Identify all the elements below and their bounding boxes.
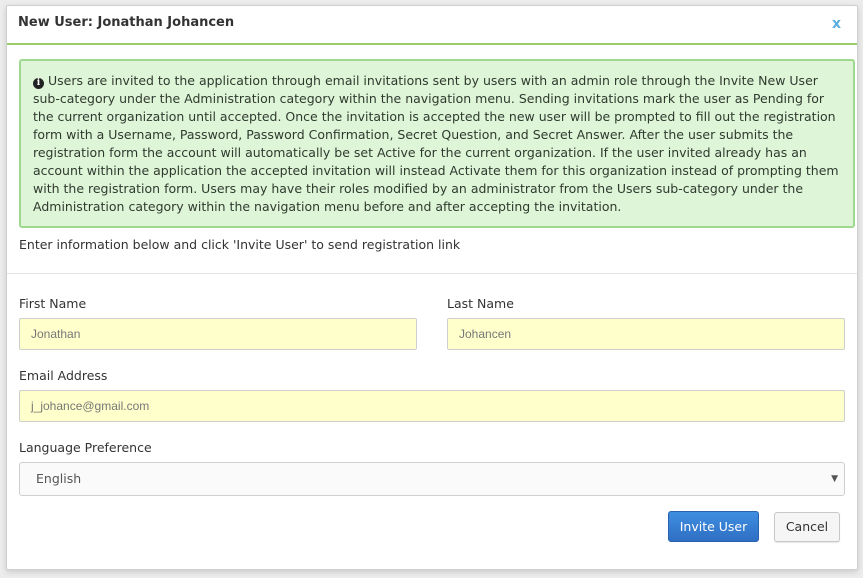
language-select[interactable]: English ▼ — [19, 462, 845, 496]
email-label: Email Address — [19, 368, 108, 383]
intro-text: Enter information below and click 'Invit… — [19, 237, 461, 252]
last-name-label: Last Name — [447, 296, 514, 311]
close-button[interactable]: x — [832, 16, 841, 32]
new-user-modal: New User: Jonathan Johancen x i Users are… — [6, 5, 858, 570]
modal-title: New User: Jonathan Johancen — [18, 15, 235, 30]
modal-header: New User: Jonathan Johancen x — [7, 6, 857, 45]
invite-user-button[interactable]: Invite User — [668, 511, 759, 542]
chevron-down-icon: ▼ — [831, 474, 838, 484]
cancel-button[interactable]: Cancel — [774, 512, 840, 542]
language-label: Language Preference — [19, 440, 152, 455]
info-alert-text: Users are invited to the application thr… — [33, 73, 839, 214]
info-circle-icon: i — [33, 78, 44, 89]
info-alert: i Users are invited to the application th… — [19, 59, 855, 228]
section-divider — [7, 273, 857, 274]
last-name-input[interactable]: Johancen — [447, 318, 845, 350]
email-input[interactable]: j_johance@gmail.com — [19, 390, 845, 422]
first-name-label: First Name — [19, 296, 87, 311]
first-name-input[interactable]: Jonathan — [19, 318, 417, 350]
language-selected-value: English — [36, 471, 82, 486]
